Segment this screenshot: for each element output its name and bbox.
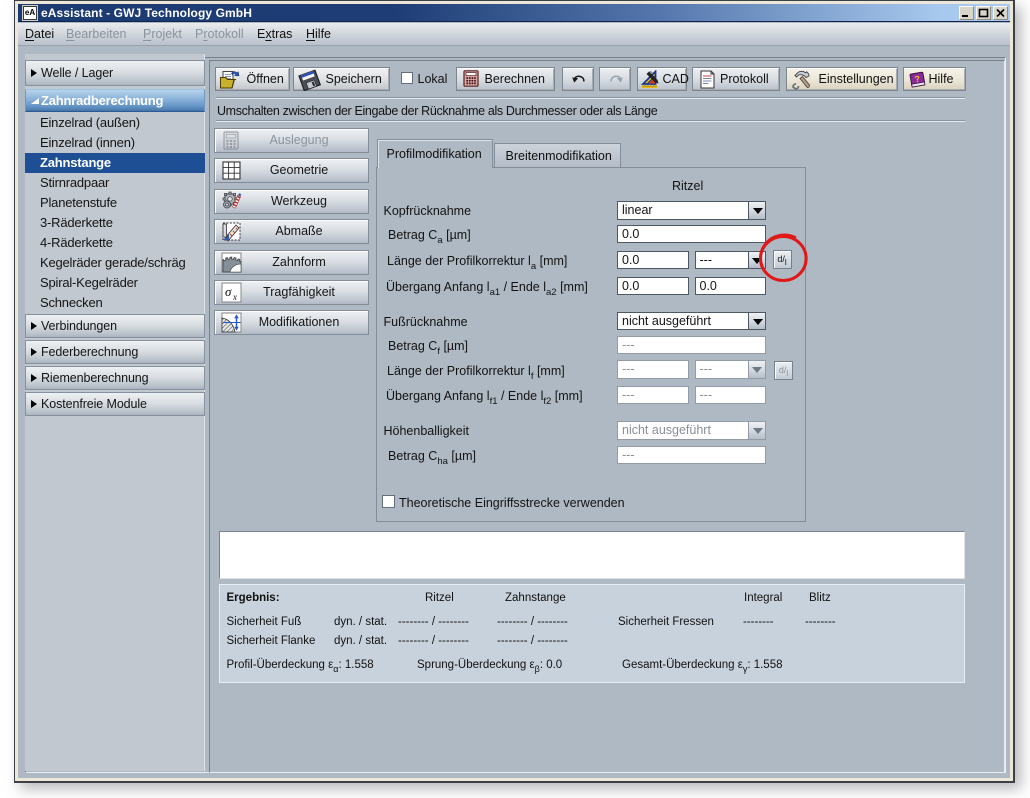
svg-text:x: x [232,292,237,302]
svg-text:σ: σ [225,284,232,299]
